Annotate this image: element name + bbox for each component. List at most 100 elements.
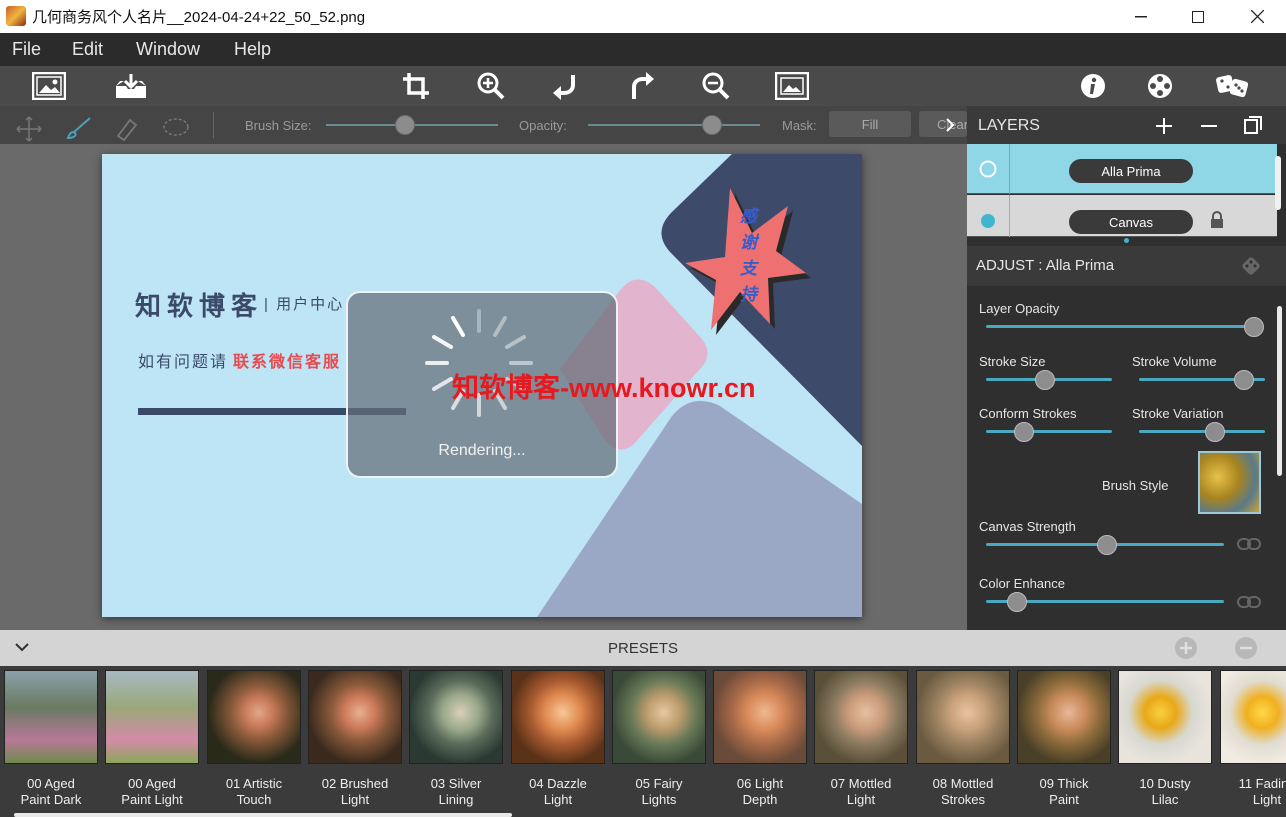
preset-label-line1: 06 Light <box>736 776 784 791</box>
preset-thumbnail[interactable] <box>409 670 503 764</box>
adjust-title: ADJUST : Alla Prima <box>976 257 1115 274</box>
conform-strokes-label: Conform Strokes <box>979 406 1077 421</box>
preset-label-line1: 07 Mottled <box>830 776 892 791</box>
adjust-scrollbar[interactable] <box>1277 306 1282 476</box>
zoom-in-button[interactable] <box>473 69 509 103</box>
layers-resize-handle[interactable] <box>1124 238 1129 243</box>
presets-scrollbar[interactable] <box>14 813 512 817</box>
rendering-status: Rendering... <box>438 442 526 459</box>
brush-icon[interactable] <box>64 116 92 140</box>
layer-row-canvas[interactable]: Canvas <box>967 195 1277 237</box>
preset-thumbnail[interactable] <box>511 670 605 764</box>
preset-label: 00 Aged Paint Light <box>102 776 202 808</box>
dice-icon[interactable] <box>1240 255 1262 277</box>
preset-thumbnail[interactable] <box>1118 670 1212 764</box>
conform-strokes-knob[interactable] <box>1014 422 1034 442</box>
redo-button[interactable] <box>623 69 659 103</box>
link-icon[interactable] <box>1237 595 1261 609</box>
preset-thumbnail[interactable] <box>1220 670 1286 764</box>
preset-thumbnail[interactable] <box>207 670 301 764</box>
menu-help[interactable]: Help <box>234 39 271 60</box>
preset-thumbnail[interactable] <box>105 670 199 764</box>
save-button[interactable] <box>113 69 149 103</box>
add-preset-icon[interactable] <box>1174 636 1198 660</box>
duplicate-layer-icon[interactable] <box>1244 116 1262 134</box>
layer-visibility-toggle[interactable] <box>980 213 996 229</box>
stroke-size-knob[interactable] <box>1035 370 1055 390</box>
brush-options-bar: Brush Size: Opacity: Mask: Fill Clear <box>0 106 967 144</box>
preset-thumbnail[interactable] <box>308 670 402 764</box>
menu-file[interactable]: File <box>12 39 41 60</box>
menu-edit[interactable]: Edit <box>72 39 103 60</box>
minimize-button[interactable] <box>1118 0 1164 33</box>
info-button[interactable] <box>1075 69 1111 103</box>
mask-clear-button[interactable]: Clear <box>919 111 967 137</box>
preset-thumbnail[interactable] <box>612 670 706 764</box>
preset-label: 10 Dusty Lilac <box>1115 776 1215 808</box>
layer-row-alla-prima[interactable]: Alla Prima <box>967 144 1277 194</box>
main-toolbar <box>0 66 1286 106</box>
stroke-volume-knob[interactable] <box>1234 370 1254 390</box>
toolbar-divider <box>213 112 214 138</box>
crop-button[interactable] <box>398 69 434 103</box>
preset-label: 03 Silver Lining <box>406 776 506 808</box>
layer-name-pill[interactable]: Alla Prima <box>1069 159 1193 183</box>
opacity-knob[interactable] <box>702 115 722 135</box>
canvas-strength-knob[interactable] <box>1097 535 1117 555</box>
preset-label-line2: Light <box>846 792 876 807</box>
random-button[interactable] <box>1215 69 1251 103</box>
opacity-slider[interactable] <box>588 124 760 126</box>
open-image-button[interactable] <box>31 69 67 103</box>
eraser-icon[interactable] <box>114 116 140 142</box>
minimize-icon <box>1135 15 1147 17</box>
stroke-volume-label: Stroke Volume <box>1132 354 1217 369</box>
image-canvas[interactable]: 感谢支持 知软博客 | 用户中心 如有问题请 联系微信客服 Rendering.… <box>102 154 862 617</box>
preset-label-line1: 05 Fairy <box>635 776 683 791</box>
stroke-variation-knob[interactable] <box>1205 422 1225 442</box>
color-enhance-knob[interactable] <box>1007 592 1027 612</box>
preset-label-line2: Paint <box>1049 792 1079 807</box>
lock-icon <box>1211 211 1223 228</box>
preset-label-line2: Light <box>340 792 370 807</box>
film-reel-icon <box>1148 74 1172 98</box>
maximize-button[interactable] <box>1175 0 1221 33</box>
stroke-variation-slider[interactable] <box>1139 430 1265 433</box>
preset-thumbnail[interactable] <box>814 670 908 764</box>
layers-scrollbar[interactable] <box>1275 156 1281 210</box>
preset-thumbnail[interactable] <box>916 670 1010 764</box>
undo-button[interactable] <box>548 69 584 103</box>
info-icon <box>1081 74 1105 98</box>
presets-title: PRESETS <box>607 640 679 657</box>
link-icon[interactable] <box>1237 537 1261 551</box>
brush-style-swatch[interactable] <box>1198 451 1261 514</box>
menu-window[interactable]: Window <box>136 39 200 60</box>
layer-opacity-knob[interactable] <box>1244 317 1264 337</box>
layer-opacity-slider[interactable] <box>986 325 1254 328</box>
preset-thumbnail[interactable] <box>4 670 98 764</box>
move-icon[interactable] <box>16 116 42 142</box>
conform-strokes-slider[interactable] <box>986 430 1112 433</box>
lasso-icon[interactable] <box>162 116 190 140</box>
zoom-out-button[interactable] <box>698 69 734 103</box>
preset-thumbnail[interactable] <box>713 670 807 764</box>
fit-image-button[interactable] <box>774 69 810 103</box>
layer-name-pill[interactable]: Canvas <box>1069 210 1193 234</box>
remove-layer-icon[interactable] <box>1200 117 1218 135</box>
preset-label-line1: 04 Dazzle <box>529 776 587 791</box>
close-button[interactable] <box>1234 0 1280 33</box>
preset-label-line2: Lining <box>438 792 474 807</box>
remove-preset-icon[interactable] <box>1234 636 1258 660</box>
preset-label-line2: Light <box>543 792 573 807</box>
preset-label: 05 Fairy Lights <box>609 776 709 808</box>
layer-visibility-toggle[interactable] <box>979 160 997 178</box>
brush-size-knob[interactable] <box>395 115 415 135</box>
card-contact-highlight: 联系微信客服 <box>233 354 342 371</box>
preset-thumbnail[interactable] <box>1017 670 1111 764</box>
mask-fill-button[interactable]: Fill <box>829 111 911 137</box>
settings-button[interactable] <box>1142 69 1178 103</box>
preset-label-line1: 08 Mottled <box>932 776 994 791</box>
image-icon <box>32 72 66 100</box>
preset-label-line2: Lilac <box>1151 792 1179 807</box>
chevron-right-icon[interactable] <box>944 117 956 133</box>
add-layer-icon[interactable] <box>1155 117 1173 135</box>
